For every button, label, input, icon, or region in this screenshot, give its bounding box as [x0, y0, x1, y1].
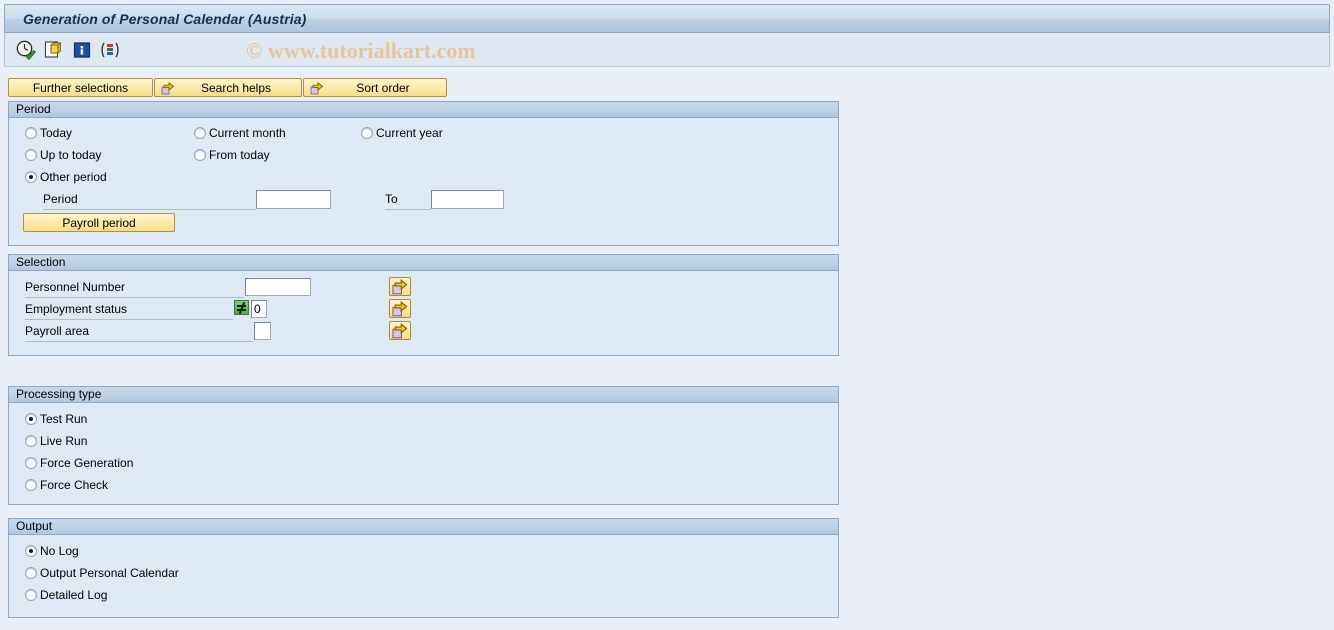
radio-live-run[interactable]: Live Run: [25, 434, 87, 448]
output-panel-title: Output: [9, 519, 838, 535]
radio-force-generation[interactable]: Force Generation: [25, 456, 133, 470]
employment-status-label: Employment status: [25, 302, 128, 316]
yellow-arrow-icon: [161, 81, 175, 95]
not-equal-operator-icon[interactable]: [234, 300, 249, 315]
search-helps-button[interactable]: Search helps: [154, 78, 302, 97]
save-variant-icon[interactable]: [43, 39, 65, 61]
period-panel-body: Today Current month Current year Up to t…: [9, 118, 838, 245]
execute-clock-icon[interactable]: [15, 39, 37, 61]
output-panel: Output No Log Output Personal Calendar D…: [8, 518, 839, 618]
radio-dot-icon: [25, 545, 37, 557]
period-to-underline: [385, 209, 431, 210]
radio-output-personal-calendar-label: Output Personal Calendar: [40, 566, 179, 580]
radio-dot-icon: [25, 479, 37, 491]
radio-today[interactable]: Today: [25, 126, 72, 140]
radio-dot-icon: [25, 413, 37, 425]
further-selections-button[interactable]: Further selections: [8, 78, 153, 97]
radio-dot-icon: [25, 589, 37, 601]
payroll-period-label: Payroll period: [62, 215, 136, 230]
radio-force-check[interactable]: Force Check: [25, 478, 108, 492]
output-panel-body: No Log Output Personal Calendar Detailed…: [9, 535, 838, 617]
radio-dot-icon: [25, 457, 37, 469]
radio-dot-icon: [25, 127, 37, 139]
employment-status-multiple-selection-button[interactable]: [389, 299, 411, 318]
period-panel: Period Today Current month Current year …: [8, 101, 839, 246]
period-label-underline: [43, 209, 256, 210]
personnel-number-multiple-selection-button[interactable]: [389, 277, 411, 296]
not-equal-slash: [238, 302, 246, 314]
radio-output-personal-calendar[interactable]: Output Personal Calendar: [25, 566, 179, 580]
radio-up-to-today[interactable]: Up to today: [25, 148, 101, 162]
payroll-area-label: Payroll area: [25, 324, 90, 338]
radio-dot-icon: [25, 435, 37, 447]
employment-status-underline: [25, 319, 233, 320]
radio-today-label: Today: [40, 126, 73, 140]
personnel-number-input[interactable]: [245, 278, 311, 296]
period-panel-title: Period: [9, 102, 838, 118]
radio-detailed-log[interactable]: Detailed Log: [25, 588, 107, 602]
radio-dot-icon: [361, 127, 373, 139]
period-from-input[interactable]: [256, 190, 331, 209]
payroll-period-button[interactable]: Payroll period: [23, 213, 175, 232]
payroll-area-underline: [25, 341, 253, 342]
radio-force-generation-label: Force Generation: [40, 456, 134, 470]
selection-action-buttons: Further selections Search helps Sort ord…: [8, 78, 447, 97]
radio-dot-icon: [194, 127, 206, 139]
sort-order-button[interactable]: Sort order: [303, 78, 447, 97]
radio-current-month[interactable]: Current month: [194, 126, 286, 140]
radio-from-today-label: From today: [209, 148, 270, 162]
radio-up-to-today-label: Up to today: [40, 148, 102, 162]
radio-test-run[interactable]: Test Run: [25, 412, 87, 426]
payroll-area-multiple-selection-button[interactable]: [389, 321, 411, 340]
processing-type-panel: Processing type Test Run Live Run Force …: [8, 386, 839, 505]
sort-order-label: Sort order: [356, 80, 410, 95]
application-toolbar: [4, 33, 1330, 67]
radio-current-year-label: Current year: [376, 126, 443, 140]
period-to-input[interactable]: [431, 190, 504, 209]
radio-no-log[interactable]: No Log: [25, 544, 79, 558]
radio-detailed-log-label: Detailed Log: [40, 588, 108, 602]
multi-column-icon[interactable]: [99, 39, 121, 61]
search-helps-label: Search helps: [200, 80, 272, 95]
radio-dot-icon: [25, 567, 37, 579]
radio-no-log-label: No Log: [40, 544, 79, 558]
radio-dot-icon: [25, 149, 37, 161]
page-title: Generation of Personal Calendar (Austria…: [23, 10, 307, 27]
selection-panel-body: Personnel Number Employment status Payro…: [9, 271, 838, 355]
radio-current-month-label: Current month: [209, 126, 286, 140]
period-field-label: Period: [43, 192, 78, 206]
employment-status-input[interactable]: [251, 300, 267, 318]
radio-from-today[interactable]: From today: [194, 148, 270, 162]
radio-other-period[interactable]: Other period: [25, 170, 107, 184]
processing-type-panel-body: Test Run Live Run Force Generation Force…: [9, 403, 838, 504]
processing-type-panel-title: Processing type: [9, 387, 838, 403]
personnel-number-underline: [25, 297, 244, 298]
radio-test-run-label: Test Run: [40, 412, 88, 426]
selection-panel-title: Selection: [9, 255, 838, 271]
information-icon[interactable]: [71, 39, 93, 61]
personnel-number-label: Personnel Number: [25, 280, 126, 294]
radio-current-year[interactable]: Current year: [361, 126, 443, 140]
radio-dot-icon: [25, 171, 37, 183]
further-selections-label: Further selections: [32, 80, 129, 95]
payroll-area-input[interactable]: [254, 322, 271, 340]
radio-dot-icon: [194, 149, 206, 161]
yellow-arrow-icon: [310, 81, 324, 95]
radio-other-period-label: Other period: [40, 170, 107, 184]
window-title-bar: Generation of Personal Calendar (Austria…: [4, 4, 1330, 33]
period-to-label: To: [385, 192, 398, 206]
selection-panel: Selection Personnel Number Employment st…: [8, 254, 839, 356]
radio-live-run-label: Live Run: [40, 434, 88, 448]
radio-force-check-label: Force Check: [40, 478, 109, 492]
